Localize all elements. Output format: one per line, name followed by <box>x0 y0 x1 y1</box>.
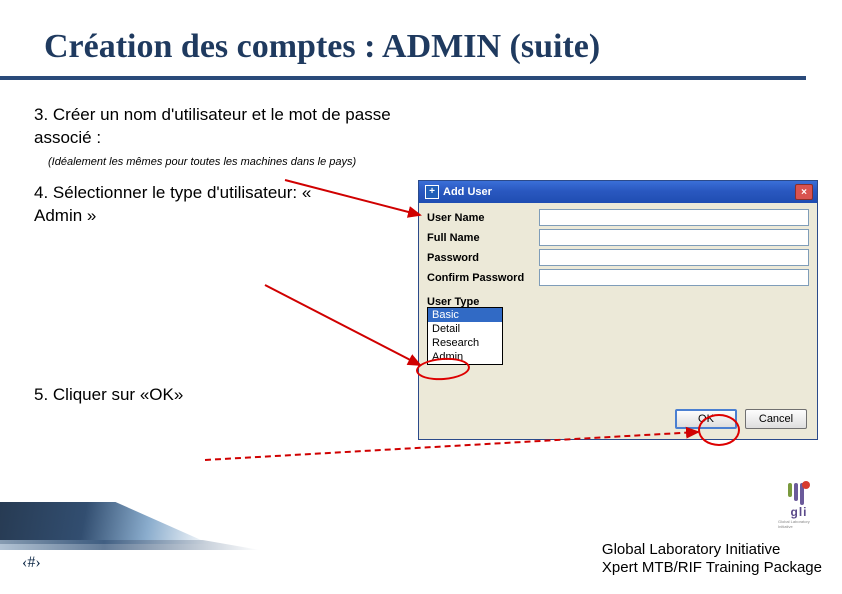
gli-logo-text: gli <box>791 505 808 519</box>
gli-logo: gli Global Laboratory Initiative <box>778 484 820 526</box>
dialog-titlebar: + Add User × <box>419 181 817 203</box>
label-user-name: User Name <box>427 212 539 224</box>
input-full-name[interactable] <box>539 229 809 246</box>
label-full-name: Full Name <box>427 232 539 244</box>
user-type-option-basic[interactable]: Basic <box>428 308 502 322</box>
step-4: 4. Sélectionner le type d'utilisateur: «… <box>34 182 324 228</box>
ok-button[interactable]: OK <box>675 409 737 429</box>
footer-line-1: Global Laboratory Initiative <box>602 541 822 560</box>
close-icon[interactable]: × <box>795 184 813 200</box>
user-type-dropdown-list: Basic Detail Research Admin <box>427 307 503 365</box>
user-type-option-detail[interactable]: Detail <box>428 322 502 336</box>
user-type-option-research[interactable]: Research <box>428 336 502 350</box>
label-confirm-password: Confirm Password <box>427 272 539 284</box>
arrow-to-ok-icon <box>200 450 720 470</box>
gli-logo-subtext: Global Laboratory Initiative <box>778 519 820 529</box>
page-number: ‹#› <box>22 554 41 572</box>
input-user-name[interactable] <box>539 209 809 226</box>
step-3-note: (Idéalement les mêmes pour toutes les ma… <box>48 156 842 168</box>
footer-accent-shape-2 <box>0 540 260 550</box>
footer-accent-shape <box>0 502 210 544</box>
dialog-title: Add User <box>443 186 795 198</box>
footer-right: Global Laboratory Initiative Xpert MTB/R… <box>602 541 822 579</box>
step-3: 3. Créer un nom d'utilisateur et le mot … <box>34 104 404 150</box>
footer-line-2: Xpert MTB/RIF Training Package <box>602 559 822 578</box>
input-password[interactable] <box>539 249 809 266</box>
slide-title: Création des comptes : ADMIN (suite) <box>0 0 806 80</box>
user-type-option-admin[interactable]: Admin <box>428 350 502 364</box>
label-password: Password <box>427 252 539 264</box>
dialog-app-icon: + <box>425 185 439 199</box>
input-confirm-password[interactable] <box>539 269 809 286</box>
step-5: 5. Cliquer sur «OK» <box>34 384 404 407</box>
add-user-dialog: + Add User × User Name Full Name Passwor… <box>418 180 818 440</box>
cancel-button[interactable]: Cancel <box>745 409 807 429</box>
